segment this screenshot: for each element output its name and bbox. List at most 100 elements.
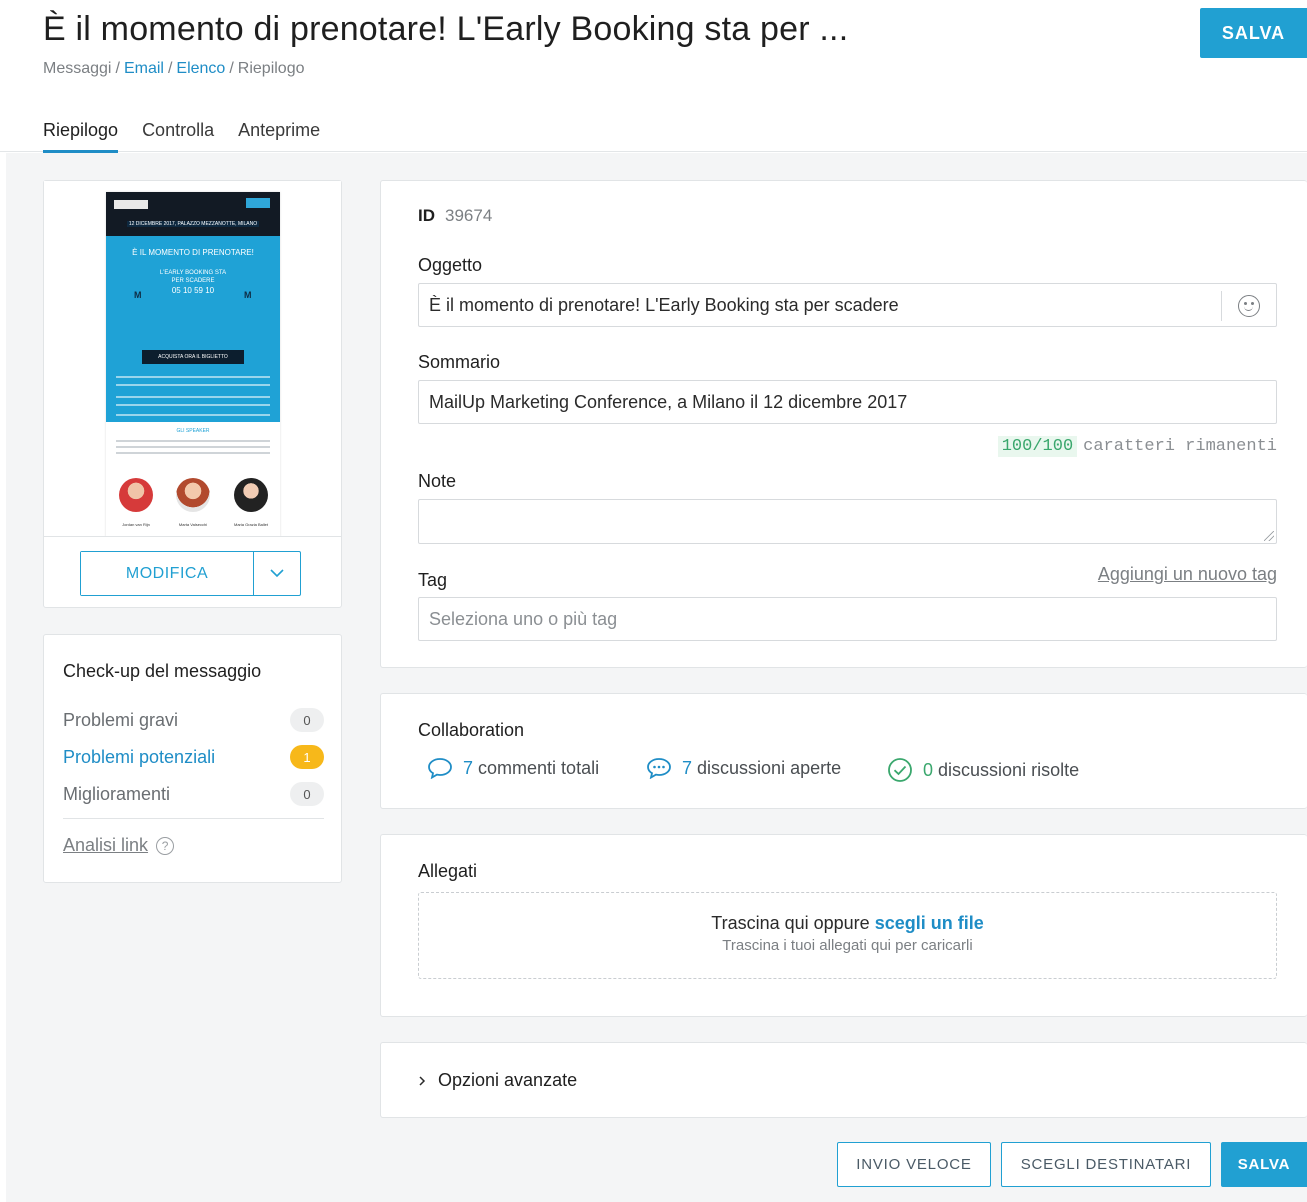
add-tag-link[interactable]: Aggiungi un nuovo tag bbox=[1098, 564, 1277, 585]
file-dropzone[interactable]: Trascina qui oppure scegli un file Trasc… bbox=[418, 892, 1277, 979]
divider bbox=[63, 818, 324, 819]
advanced-options-toggle[interactable]: Opzioni avanzate bbox=[380, 1042, 1307, 1118]
email-text-line bbox=[116, 396, 270, 398]
quick-send-button[interactable]: INVIO VELOCE bbox=[837, 1142, 991, 1187]
breadcrumb-elenco[interactable]: Elenco bbox=[176, 60, 225, 77]
total-comments[interactable]: 7 commenti totali bbox=[427, 757, 599, 779]
mailup-logo bbox=[114, 200, 148, 209]
open-discussions-label: discussioni aperte bbox=[697, 757, 842, 778]
m-decoration-icon: M bbox=[134, 290, 142, 300]
email-hero: È IL MOMENTO DI PRENOTARE! M M L'EARLY B… bbox=[106, 236, 280, 422]
char-counter-value: 100/100 bbox=[997, 436, 1078, 457]
email-preview-frame[interactable]: 12 DICEMBRE 2017, PALAZZO MEZZANOTTE, MI… bbox=[44, 181, 341, 537]
link-analysis-link[interactable]: Analisi link bbox=[63, 835, 148, 856]
breadcrumb-separator: / bbox=[229, 60, 234, 77]
email-text-line bbox=[116, 376, 270, 378]
email-text-line bbox=[116, 404, 270, 406]
breadcrumb-email[interactable]: Email bbox=[124, 60, 164, 77]
speaker-name: Jordan van Rijn bbox=[122, 522, 150, 527]
email-text-line bbox=[116, 384, 270, 386]
collaboration-card: Collaboration 7 commenti totali 7 discus… bbox=[380, 693, 1307, 809]
collaboration-title: Collaboration bbox=[418, 720, 525, 740]
count-badge: 0 bbox=[290, 708, 324, 732]
total-comments-label: commenti totali bbox=[478, 757, 600, 778]
email-countdown: L'EARLY BOOKING STA PER SCADERE 05 10 59… bbox=[158, 269, 228, 295]
choose-file-link[interactable]: scegli un file bbox=[875, 913, 984, 933]
edit-split-button: MODIFICA bbox=[80, 551, 301, 596]
emoji-icon[interactable] bbox=[1238, 295, 1260, 317]
char-counter: 100/100 caratteri rimanenti bbox=[997, 436, 1277, 457]
countdown-caption: L'EARLY BOOKING STA PER SCADERE bbox=[159, 270, 227, 284]
tag-placeholder: Seleziona uno o più tag bbox=[429, 608, 618, 629]
edit-button[interactable]: MODIFICA bbox=[81, 552, 254, 595]
open-discussions-count: 7 bbox=[682, 757, 693, 778]
m-decoration-icon: M bbox=[244, 290, 252, 300]
advanced-options-header: Opzioni avanzate bbox=[418, 1070, 577, 1091]
breadcrumb-messaggi[interactable]: Messaggi bbox=[43, 60, 111, 77]
tag-label: Tag bbox=[418, 570, 448, 590]
notes-label: Note bbox=[418, 471, 457, 491]
chevron-right-icon bbox=[419, 1075, 426, 1086]
open-discussions[interactable]: 7 discussioni aperte bbox=[646, 757, 841, 779]
divider bbox=[1221, 291, 1222, 321]
message-checkup-card: Check-up del messaggio Problemi gravi 0 … bbox=[43, 634, 342, 883]
email-header-band: 12 DICEMBRE 2017, PALAZZO MEZZANOTTE, MI… bbox=[106, 192, 280, 236]
tag-select[interactable]: Seleziona uno o più tag bbox=[418, 597, 1277, 641]
email-date-line: 12 DICEMBRE 2017, PALAZZO MEZZANOTTE, MI… bbox=[126, 221, 260, 227]
chevron-down-icon bbox=[270, 569, 284, 578]
edit-dropdown-toggle[interactable] bbox=[254, 552, 300, 595]
breadcrumb: Messaggi / Email / Elenco / Riepilogo bbox=[43, 60, 305, 78]
dropzone-text: Trascina qui oppure scegli un file bbox=[711, 913, 984, 933]
choose-recipients-button[interactable]: SCEGLI DESTINATARI bbox=[1001, 1142, 1211, 1187]
advanced-options-label: Opzioni avanzate bbox=[438, 1070, 578, 1090]
resize-handle-icon[interactable] bbox=[1264, 531, 1274, 541]
subject-input[interactable]: È il momento di prenotare! L'Early Booki… bbox=[418, 283, 1277, 327]
tab-bar: Riepilogo Controlla Anteprime bbox=[43, 118, 320, 153]
save-button-bottom[interactable]: SALVA bbox=[1221, 1142, 1307, 1187]
tab-controlla[interactable]: Controlla bbox=[142, 118, 214, 153]
breadcrumb-riepilogo: Riepilogo bbox=[237, 60, 305, 77]
checkup-row-improvements[interactable]: Miglioramenti 0 bbox=[63, 782, 324, 806]
link-analysis: Analisi link ? bbox=[63, 835, 175, 856]
breadcrumb-separator: / bbox=[115, 60, 120, 77]
countdown-digits: 05 10 59 10 bbox=[171, 286, 215, 295]
conference-logo bbox=[246, 198, 270, 208]
speaker-avatar bbox=[176, 478, 210, 512]
summary-label: Sommario bbox=[418, 352, 501, 372]
speaker-name: Marta Valsecchi bbox=[178, 522, 208, 527]
email-thumbnail: 12 DICEMBRE 2017, PALAZZO MEZZANOTTE, MI… bbox=[106, 192, 280, 536]
message-id: ID 39674 bbox=[418, 206, 492, 226]
summary-value: MailUp Marketing Conference, a Milano il… bbox=[429, 391, 908, 412]
help-icon[interactable]: ? bbox=[156, 836, 175, 855]
email-text-line bbox=[116, 452, 270, 454]
total-comments-count: 7 bbox=[463, 757, 474, 778]
id-label: ID bbox=[418, 206, 435, 225]
message-details-card: ID 39674 Oggetto È il momento di prenotar… bbox=[380, 180, 1307, 668]
checkup-row-potential[interactable]: Problemi potenziali 1 bbox=[63, 745, 324, 769]
resolved-discussions-count: 0 bbox=[923, 759, 934, 780]
check-circle-icon bbox=[888, 758, 912, 782]
email-preview-card: 12 DICEMBRE 2017, PALAZZO MEZZANOTTE, MI… bbox=[43, 180, 342, 608]
page-header: È il momento di prenotare! L'Early Booki… bbox=[0, 0, 1307, 153]
page-title: È il momento di prenotare! L'Early Booki… bbox=[43, 10, 849, 48]
tab-riepilogo[interactable]: Riepilogo bbox=[43, 118, 119, 153]
checkup-row-label: Problemi potenziali bbox=[63, 746, 216, 767]
email-text-line bbox=[116, 414, 270, 416]
discussion-icon bbox=[647, 758, 671, 779]
save-button-top[interactable]: SALVA bbox=[1200, 8, 1307, 58]
attachments-card: Allegati Trascina qui oppure scegli un f… bbox=[380, 834, 1307, 1017]
checkup-title: Check-up del messaggio bbox=[63, 661, 262, 681]
email-hero-title: È IL MOMENTO DI PRENOTARE! bbox=[132, 248, 254, 257]
speaker-avatar bbox=[119, 478, 153, 512]
resolved-discussions[interactable]: 0 discussioni risolte bbox=[887, 757, 1079, 783]
count-badge: 0 bbox=[290, 782, 324, 806]
tab-anteprime[interactable]: Anteprime bbox=[238, 118, 320, 153]
notes-textarea[interactable] bbox=[418, 499, 1277, 544]
subject-label: Oggetto bbox=[418, 255, 483, 275]
summary-input[interactable]: MailUp Marketing Conference, a Milano il… bbox=[418, 380, 1277, 424]
checkup-row-severe[interactable]: Problemi gravi 0 bbox=[63, 708, 324, 732]
comment-icon bbox=[428, 758, 452, 779]
resolved-discussions-label: discussioni risolte bbox=[938, 759, 1080, 780]
email-cta: ACQUISTA ORA IL BIGLIETTO bbox=[142, 350, 244, 364]
breadcrumb-separator: / bbox=[167, 60, 173, 77]
